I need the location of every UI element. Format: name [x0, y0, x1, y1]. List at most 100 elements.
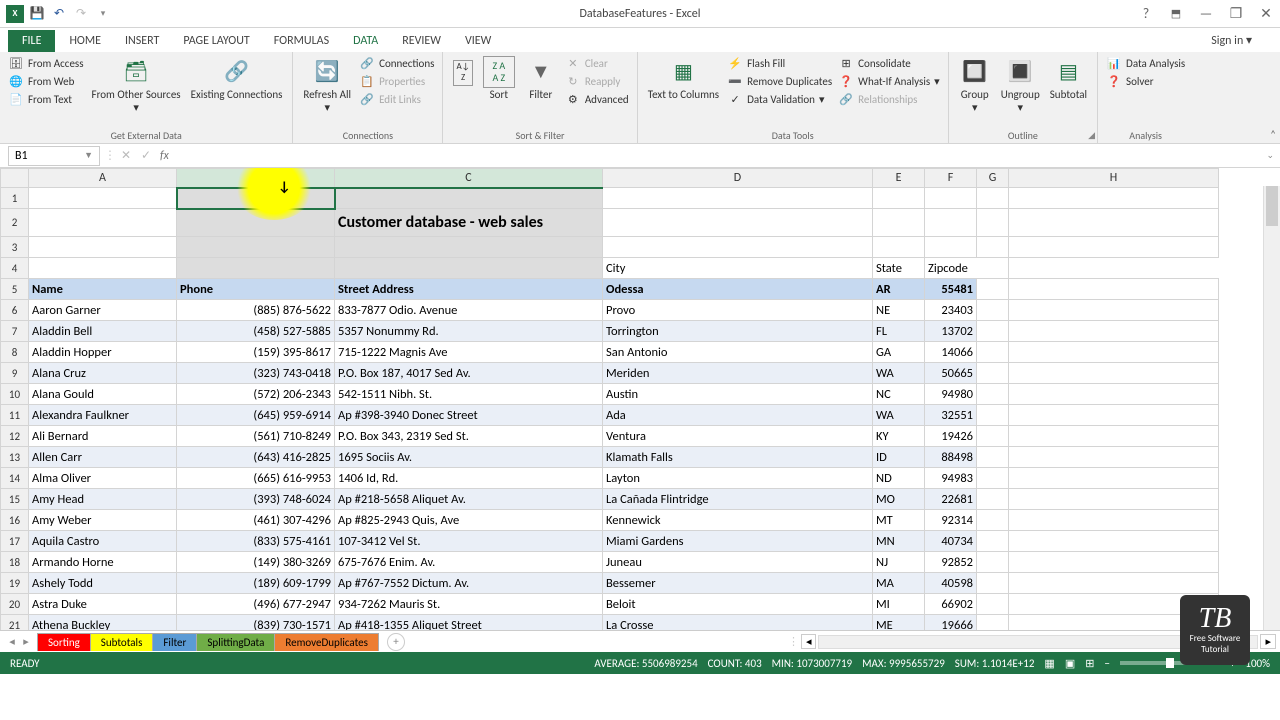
tab-review[interactable]: REVIEW	[390, 30, 453, 52]
tab-formulas[interactable]: FORMULAS	[262, 30, 341, 52]
cell[interactable]	[925, 188, 977, 209]
row-header[interactable]: 12	[1, 426, 29, 447]
cell[interactable]	[1009, 237, 1219, 258]
consolidate-button[interactable]: ⊞Consolidate	[836, 54, 942, 72]
row-header[interactable]: 3	[1, 237, 29, 258]
scroll-thumb[interactable]	[1266, 186, 1278, 226]
save-icon[interactable]: 💾	[28, 5, 46, 23]
existing-connections-button[interactable]: 🔗Existing Connections	[187, 54, 287, 103]
row-header[interactable]: 21	[1, 615, 29, 631]
row-header[interactable]: 18	[1, 552, 29, 573]
sheet-tab-sorting[interactable]: Sorting	[37, 633, 91, 651]
from-access-button[interactable]: 🗄From Access	[6, 54, 86, 72]
row-header[interactable]: 20	[1, 594, 29, 615]
cell[interactable]	[1009, 188, 1219, 209]
flash-fill-button[interactable]: ⚡Flash Fill	[725, 54, 834, 72]
close-icon[interactable]: ✕	[1252, 3, 1280, 25]
cell[interactable]	[873, 188, 925, 209]
col-header-E[interactable]: E	[873, 169, 925, 188]
row-header[interactable]: 16	[1, 510, 29, 531]
cell[interactable]	[177, 209, 335, 237]
view-normal-icon[interactable]: ▦	[1044, 657, 1054, 670]
cell[interactable]	[603, 237, 873, 258]
from-other-sources-button[interactable]: 🗃From Other Sources▾	[88, 54, 185, 116]
row-header[interactable]: 13	[1, 447, 29, 468]
cell[interactable]	[177, 188, 335, 209]
row-header[interactable]: 15	[1, 489, 29, 510]
what-if-button[interactable]: ❓What-If Analysis ▾	[836, 72, 942, 90]
row-header[interactable]: 6	[1, 300, 29, 321]
advanced-button[interactable]: ⚙Advanced	[563, 90, 631, 108]
sign-in-link[interactable]: Sign in ▾	[1203, 29, 1260, 52]
col-header-D[interactable]: D	[603, 169, 873, 188]
cell[interactable]	[335, 188, 603, 209]
sort-az-button[interactable]: A↓Z	[449, 54, 476, 88]
vertical-scrollbar[interactable]	[1263, 186, 1280, 630]
sheet-nav[interactable]: ◂▸	[0, 635, 38, 648]
row-header[interactable]: 11	[1, 405, 29, 426]
cell[interactable]	[977, 188, 1009, 209]
row-header[interactable]: 8	[1, 342, 29, 363]
cell[interactable]	[977, 237, 1009, 258]
row-header[interactable]: 10	[1, 384, 29, 405]
cell[interactable]: Customer database - web sales	[335, 209, 603, 237]
solver-button[interactable]: ❓Solver	[1104, 72, 1187, 90]
undo-icon[interactable]: ↶	[50, 5, 68, 23]
cell[interactable]	[925, 209, 977, 237]
name-box[interactable]: B1▼	[8, 146, 100, 166]
subtotal-button[interactable]: ▤Subtotal	[1046, 54, 1091, 103]
tab-page-layout[interactable]: PAGE LAYOUT	[171, 30, 261, 52]
data-validation-button[interactable]: ✓Data Validation ▾	[725, 90, 834, 108]
tab-view[interactable]: VIEW	[453, 30, 503, 52]
from-text-button[interactable]: 📄From Text	[6, 90, 86, 108]
row-header[interactable]: 4	[1, 258, 29, 279]
ribbon-display-icon[interactable]: ⬒	[1162, 3, 1190, 25]
spreadsheet-grid[interactable]: ↓ ABCDEFGH12Customer database - web sale…	[0, 168, 1280, 630]
sheet-tab-removeduplicates[interactable]: RemoveDuplicates	[274, 633, 379, 651]
scroll-left-icon[interactable]: ◂	[801, 634, 817, 649]
help-icon[interactable]: ?	[1132, 3, 1160, 25]
dialog-launcher-icon[interactable]: ◢	[1088, 130, 1095, 141]
row-header[interactable]: 2	[1, 209, 29, 237]
cell[interactable]	[1009, 209, 1219, 237]
row-header[interactable]: 7	[1, 321, 29, 342]
scroll-right-icon[interactable]: ▸	[1260, 634, 1276, 649]
connections-button[interactable]: 🔗Connections	[357, 54, 436, 72]
tab-home[interactable]: HOME	[57, 30, 113, 52]
cell[interactable]	[925, 237, 977, 258]
data-analysis-button[interactable]: 📊Data Analysis	[1104, 54, 1187, 72]
tab-insert[interactable]: INSERT	[113, 30, 171, 52]
collapse-ribbon-icon[interactable]: ˄	[1270, 128, 1276, 141]
zoom-out-icon[interactable]: −	[1104, 657, 1109, 670]
row-header[interactable]: 9	[1, 363, 29, 384]
col-header-B[interactable]: B	[177, 169, 335, 188]
cell[interactable]	[29, 188, 177, 209]
col-header-H[interactable]: H	[1009, 169, 1219, 188]
col-header-C[interactable]: C	[335, 169, 603, 188]
col-header-A[interactable]: A	[29, 169, 177, 188]
row-header[interactable]: 1	[1, 188, 29, 209]
cell[interactable]	[335, 237, 603, 258]
cell[interactable]	[977, 209, 1009, 237]
cell[interactable]	[873, 209, 925, 237]
refresh-all-button[interactable]: 🔄Refresh All▾	[299, 54, 355, 116]
tab-file[interactable]: FILE	[8, 30, 55, 52]
cell[interactable]	[29, 237, 177, 258]
row-header[interactable]: 17	[1, 531, 29, 552]
from-web-button[interactable]: 🌐From Web	[6, 72, 86, 90]
sheet-tab-filter[interactable]: Filter	[152, 633, 197, 651]
redo-icon[interactable]: ↷	[72, 5, 90, 23]
row-header[interactable]: 5	[1, 279, 29, 300]
expand-formula-icon[interactable]: ⌄	[1266, 150, 1280, 161]
qat-dropdown-icon[interactable]: ▾	[94, 5, 112, 23]
filter-button[interactable]: ▼Filter	[521, 54, 561, 103]
cell[interactable]	[177, 237, 335, 258]
view-layout-icon[interactable]: ▣	[1065, 657, 1075, 670]
tab-data[interactable]: DATA	[341, 30, 390, 52]
new-sheet-button[interactable]: +	[387, 633, 405, 651]
sheet-tab-subtotals[interactable]: Subtotals	[90, 633, 154, 651]
maximize-icon[interactable]: ❐	[1222, 3, 1250, 25]
group-button[interactable]: 🔲Group▾	[955, 54, 995, 116]
view-pagebreak-icon[interactable]: ⊞	[1085, 657, 1094, 670]
col-header-F[interactable]: F	[925, 169, 977, 188]
